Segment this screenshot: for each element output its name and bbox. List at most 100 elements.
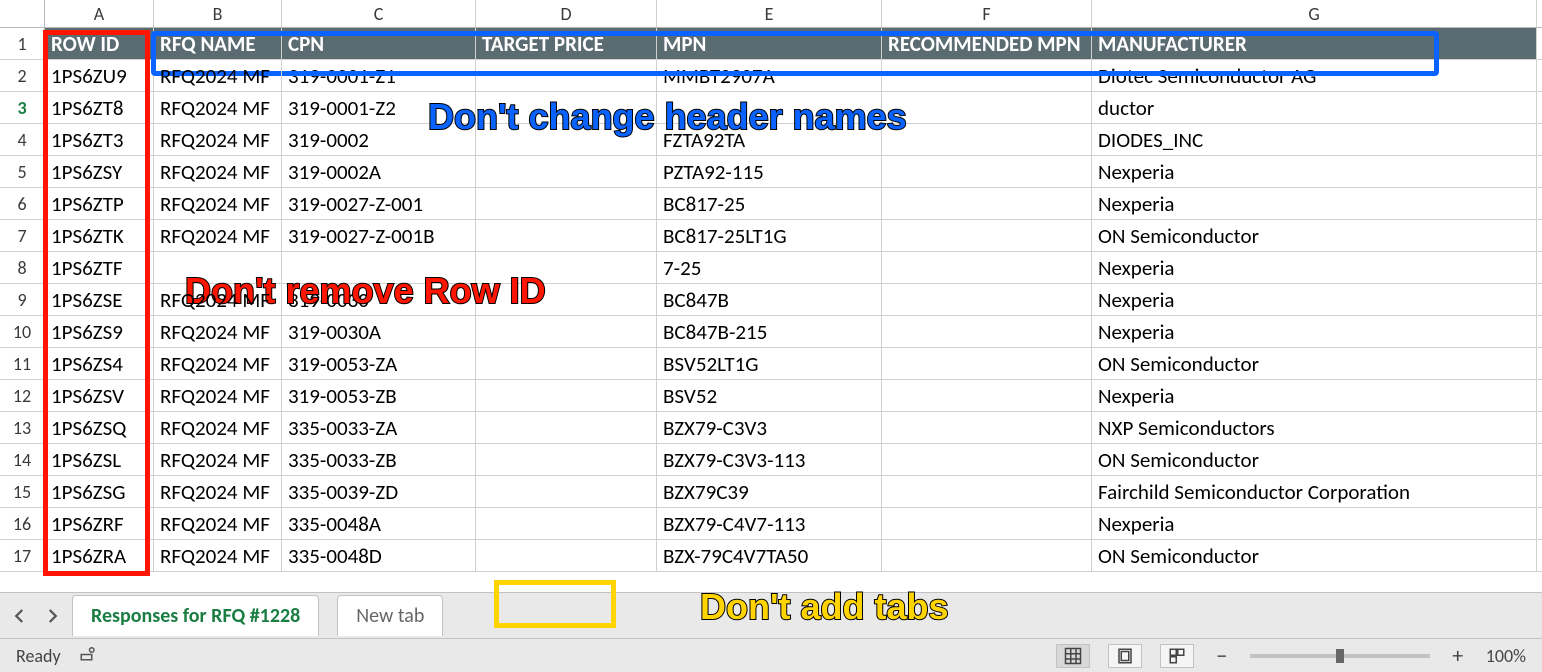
sheet-tab-new[interactable]: New tab (337, 595, 443, 636)
cell[interactable]: RFQ2024 MF (154, 476, 282, 507)
cell[interactable] (476, 508, 657, 539)
cell[interactable] (476, 380, 657, 411)
header-cell-rfqname[interactable]: RFQ NAME (154, 28, 282, 59)
cell[interactable]: 1PS6ZSE (45, 284, 154, 315)
cell[interactable]: NXP Semiconductors (1092, 412, 1537, 443)
cell[interactable]: BC817-25 (657, 188, 882, 219)
cell[interactable]: Nexperia (1092, 284, 1537, 315)
cell[interactable] (476, 156, 657, 187)
cell[interactable]: 1PS6ZTK (45, 220, 154, 251)
cell[interactable]: BSV52LT1G (657, 348, 882, 379)
cell[interactable]: Nexperia (1092, 252, 1537, 283)
header-cell-targetprice[interactable]: TARGET PRICE (476, 28, 657, 59)
cell[interactable]: ductor (1092, 92, 1537, 123)
cell[interactable]: PZTA92-115 (657, 156, 882, 187)
cell[interactable] (882, 124, 1092, 155)
cell[interactable]: Diotec Semiconductor AG (1092, 60, 1537, 91)
cell[interactable] (476, 284, 657, 315)
view-page-break-button[interactable] (1160, 644, 1194, 668)
cell[interactable] (282, 252, 476, 283)
cell[interactable]: ON Semiconductor (1092, 220, 1537, 251)
cell[interactable]: 1PS6ZRF (45, 508, 154, 539)
tab-nav-prev[interactable] (8, 604, 32, 628)
cell[interactable]: RFQ2024 MF (154, 60, 282, 91)
row-header[interactable]: 6 (0, 188, 45, 219)
cell[interactable]: RFQ2024 MF (154, 316, 282, 347)
col-header-E[interactable]: E (657, 0, 882, 27)
cell[interactable]: BC847B (657, 284, 882, 315)
cell[interactable] (882, 156, 1092, 187)
cell[interactable]: 319-0030 (282, 284, 476, 315)
cell[interactable] (476, 444, 657, 475)
tab-nav-next[interactable] (40, 604, 64, 628)
cell[interactable] (476, 220, 657, 251)
cell[interactable]: ON Semiconductor (1092, 444, 1537, 475)
cell[interactable] (476, 188, 657, 219)
row-header[interactable]: 7 (0, 220, 45, 251)
cell[interactable] (476, 476, 657, 507)
cell[interactable] (882, 348, 1092, 379)
cell[interactable]: 1PS6ZRA (45, 540, 154, 571)
cell[interactable]: RFQ2024 MF (154, 508, 282, 539)
cell[interactable]: RFQ2024 MF (154, 188, 282, 219)
row-header[interactable]: 17 (0, 540, 45, 571)
macro-record-icon[interactable] (79, 644, 97, 667)
cell[interactable]: 335-0039-ZD (282, 476, 476, 507)
cell[interactable] (476, 316, 657, 347)
cell[interactable] (476, 348, 657, 379)
grid-area[interactable]: 1 ROW ID RFQ NAME CPN TARGET PRICE MPN R… (0, 28, 1542, 592)
cell[interactable]: Nexperia (1092, 316, 1537, 347)
cell[interactable]: RFQ2024 MF (154, 156, 282, 187)
row-header[interactable]: 3 (0, 92, 45, 123)
cell[interactable] (657, 92, 882, 123)
cell[interactable]: 319-0053-ZB (282, 380, 476, 411)
cell[interactable]: 335-0048D (282, 540, 476, 571)
cell[interactable]: ON Semiconductor (1092, 348, 1537, 379)
zoom-percent[interactable]: 100% (1486, 645, 1526, 667)
cell[interactable] (882, 380, 1092, 411)
header-cell-rowid[interactable]: ROW ID (45, 28, 154, 59)
cell[interactable]: RFQ2024 MF (154, 444, 282, 475)
row-header[interactable]: 5 (0, 156, 45, 187)
cell[interactable]: FZTA92TA (657, 124, 882, 155)
col-header-A[interactable]: A (45, 0, 154, 27)
cell[interactable]: BZX79-C4V7-113 (657, 508, 882, 539)
col-header-G[interactable]: G (1092, 0, 1537, 27)
cell[interactable]: Nexperia (1092, 380, 1537, 411)
cell[interactable]: 335-0048A (282, 508, 476, 539)
cell[interactable]: 1PS6ZT8 (45, 92, 154, 123)
cell[interactable] (882, 540, 1092, 571)
col-header-C[interactable]: C (282, 0, 476, 27)
cell[interactable]: RFQ2024 MF (154, 380, 282, 411)
cell[interactable] (882, 60, 1092, 91)
cell[interactable]: BZX79C39 (657, 476, 882, 507)
cell[interactable]: Fairchild Semiconductor Corporation (1092, 476, 1537, 507)
cell[interactable] (882, 252, 1092, 283)
col-header-D[interactable]: D (476, 0, 657, 27)
cell[interactable] (476, 124, 657, 155)
cell[interactable]: 1PS6ZS9 (45, 316, 154, 347)
view-page-layout-button[interactable] (1108, 644, 1142, 668)
cell[interactable]: 1PS6ZSL (45, 444, 154, 475)
row-header[interactable]: 9 (0, 284, 45, 315)
cell[interactable]: RFQ2024 MF (154, 124, 282, 155)
cell[interactable]: BZX-79C4V7TA50 (657, 540, 882, 571)
cell[interactable] (882, 444, 1092, 475)
cell[interactable]: 1PS6ZSG (45, 476, 154, 507)
cell[interactable] (882, 188, 1092, 219)
row-header[interactable]: 15 (0, 476, 45, 507)
zoom-in-button[interactable]: + (1448, 646, 1468, 666)
cell[interactable]: 319-0027-Z-001 (282, 188, 476, 219)
header-cell-manufacturer[interactable]: MANUFACTURER (1092, 28, 1537, 59)
row-header[interactable]: 11 (0, 348, 45, 379)
select-all-corner[interactable] (0, 0, 45, 27)
cell[interactable] (476, 252, 657, 283)
cell[interactable]: 319-0001-Z1 (282, 60, 476, 91)
cell[interactable]: RFQ2024 MF (154, 284, 282, 315)
cell[interactable] (882, 92, 1092, 123)
cell[interactable] (882, 412, 1092, 443)
cell[interactable]: RFQ2024 MF (154, 540, 282, 571)
cell[interactable]: 1PS6ZSV (45, 380, 154, 411)
cell[interactable]: 1PS6ZSY (45, 156, 154, 187)
cell[interactable] (476, 412, 657, 443)
